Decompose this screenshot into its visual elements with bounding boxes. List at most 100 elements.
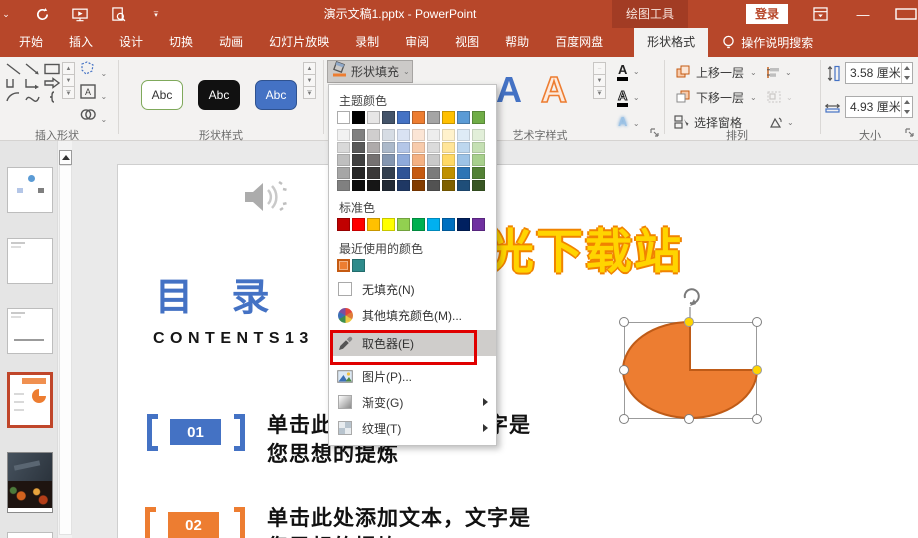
ribbon-display-options-icon[interactable] <box>805 0 835 28</box>
color-variant-swatch[interactable] <box>427 167 440 179</box>
height-value[interactable]: 3.58 厘米 <box>846 63 901 83</box>
color-variant-swatch[interactable] <box>382 142 395 154</box>
color-swatch[interactable] <box>397 218 410 231</box>
color-variant-swatch[interactable] <box>457 129 470 141</box>
wordart-scroll[interactable]: –▼—▼ <box>593 62 606 98</box>
shape-style-preview-2[interactable]: Abc <box>198 80 240 110</box>
resize-handle-bottom-center[interactable] <box>684 414 694 424</box>
height-input[interactable]: 3.58 厘米 <box>845 62 913 84</box>
color-variant-swatch[interactable] <box>352 180 365 192</box>
thumbnail-panel-scrollbar[interactable] <box>57 141 72 538</box>
audio-speaker-icon[interactable] <box>243 178 295 223</box>
color-variant-swatch[interactable] <box>352 154 365 166</box>
color-variant-swatch[interactable] <box>412 180 425 192</box>
color-variant-swatch[interactable] <box>472 180 485 192</box>
tab-12[interactable]: 形状格式 <box>634 28 708 57</box>
tab-6[interactable]: 幻灯片放映 <box>256 28 342 57</box>
color-swatch[interactable] <box>442 111 455 124</box>
color-variant-swatch[interactable] <box>457 142 470 154</box>
text-effects-button[interactable]: A ⌄ <box>617 113 640 131</box>
adjust-handle-right[interactable] <box>752 365 762 375</box>
toc-text-02-line2[interactable]: 您思想的提炼 <box>267 531 399 538</box>
adjust-handle-top[interactable] <box>684 317 694 327</box>
color-swatch[interactable] <box>382 218 395 231</box>
color-variant-swatch[interactable] <box>397 180 410 192</box>
color-variant-swatch[interactable] <box>442 154 455 166</box>
slide-thumbnail-3[interactable] <box>7 308 53 354</box>
shape-brace-icon[interactable] <box>42 90 61 104</box>
sign-in-button[interactable]: 登录 <box>746 4 788 24</box>
color-variant-swatch[interactable] <box>337 154 350 166</box>
align-button[interactable]: ⌄ <box>766 63 792 81</box>
resize-handle-top-right[interactable] <box>752 317 762 327</box>
color-variant-swatch[interactable] <box>412 167 425 179</box>
text-outline-button[interactable]: A ⌄ <box>617 87 640 105</box>
resize-handle-middle-left[interactable] <box>619 365 629 375</box>
color-variant-swatch[interactable] <box>442 167 455 179</box>
color-variant-swatch[interactable] <box>352 129 365 141</box>
color-swatch[interactable] <box>352 111 365 124</box>
color-variant-swatch[interactable] <box>337 129 350 141</box>
width-spinner[interactable] <box>901 97 912 117</box>
group-button[interactable]: ⌄ <box>766 88 793 106</box>
color-variant-swatch[interactable] <box>337 142 350 154</box>
merge-shapes-button[interactable]: ⌄ <box>80 107 107 127</box>
color-variant-swatch[interactable] <box>412 154 425 166</box>
color-variant-swatch[interactable] <box>457 180 470 192</box>
pie-shape[interactable] <box>622 320 759 421</box>
start-slideshow-icon[interactable] <box>70 5 90 23</box>
color-swatch[interactable] <box>412 111 425 124</box>
tell-me-search[interactable]: 操作说明搜索 <box>722 28 813 57</box>
menu-item-no-fill[interactable]: 无填充(N) <box>331 277 496 301</box>
color-variant-swatch[interactable] <box>382 154 395 166</box>
tab-1[interactable]: 开始 <box>6 28 56 57</box>
shape-rectangle-icon[interactable] <box>42 62 61 76</box>
shape-block-arrow-icon[interactable] <box>42 76 61 90</box>
shape-style-preview-1[interactable]: Abc <box>141 80 183 110</box>
color-variant-swatch[interactable] <box>382 167 395 179</box>
color-variant-swatch[interactable] <box>412 142 425 154</box>
menu-item-texture[interactable]: 纹理(T) <box>331 416 496 440</box>
color-variant-swatch[interactable] <box>427 180 440 192</box>
color-swatch[interactable] <box>472 218 485 231</box>
wordart-preview-1[interactable]: A <box>496 69 522 111</box>
tab-4[interactable]: 切换 <box>156 28 206 57</box>
wordart-preview-2[interactable]: A <box>541 69 567 111</box>
slide-thumbnail-4-selected[interactable] <box>7 372 53 428</box>
color-swatch[interactable] <box>367 111 380 124</box>
shape-arrow-icon[interactable] <box>23 62 42 76</box>
color-variant-swatch[interactable] <box>442 142 455 154</box>
shape-curve-icon[interactable] <box>23 90 42 104</box>
color-variant-swatch[interactable] <box>397 154 410 166</box>
color-variant-swatch[interactable] <box>397 142 410 154</box>
menu-item-gradient[interactable]: 渐变(G) <box>331 390 496 414</box>
tab-8[interactable]: 审阅 <box>392 28 442 57</box>
color-variant-swatch[interactable] <box>427 129 440 141</box>
size-dialog-launcher-icon[interactable] <box>905 128 915 138</box>
color-variant-swatch[interactable] <box>367 167 380 179</box>
wordart-dialog-launcher-icon[interactable] <box>650 128 660 138</box>
shape-line-icon[interactable] <box>4 62 23 76</box>
slide-thumbnail-6-partial[interactable] <box>7 532 53 538</box>
color-swatch[interactable] <box>337 218 350 231</box>
color-variant-swatch[interactable] <box>442 180 455 192</box>
tab-3[interactable]: 设计 <box>106 28 156 57</box>
shape-fill-button[interactable]: 形状填充 ⌄ <box>327 60 413 83</box>
color-variant-swatch[interactable] <box>472 129 485 141</box>
resize-handle-bottom-left[interactable] <box>619 414 629 424</box>
color-swatch[interactable] <box>337 111 350 124</box>
color-variant-swatch[interactable] <box>442 129 455 141</box>
tab-11[interactable]: 百度网盘 <box>542 28 616 57</box>
color-variant-swatch[interactable] <box>457 154 470 166</box>
color-swatch[interactable] <box>382 111 395 124</box>
text-box-button[interactable]: A ⌄ <box>80 84 107 104</box>
color-swatch[interactable] <box>457 218 470 231</box>
color-variant-swatch[interactable] <box>367 154 380 166</box>
tab-10[interactable]: 帮助 <box>492 28 542 57</box>
color-swatch[interactable] <box>367 218 380 231</box>
slide-title[interactable]: 目 录 <box>155 266 284 321</box>
qat-customize-partial-icon[interactable]: ⌄ <box>0 5 16 23</box>
color-variant-swatch[interactable] <box>412 129 425 141</box>
color-variant-swatch[interactable] <box>427 154 440 166</box>
color-swatch[interactable] <box>352 259 365 272</box>
